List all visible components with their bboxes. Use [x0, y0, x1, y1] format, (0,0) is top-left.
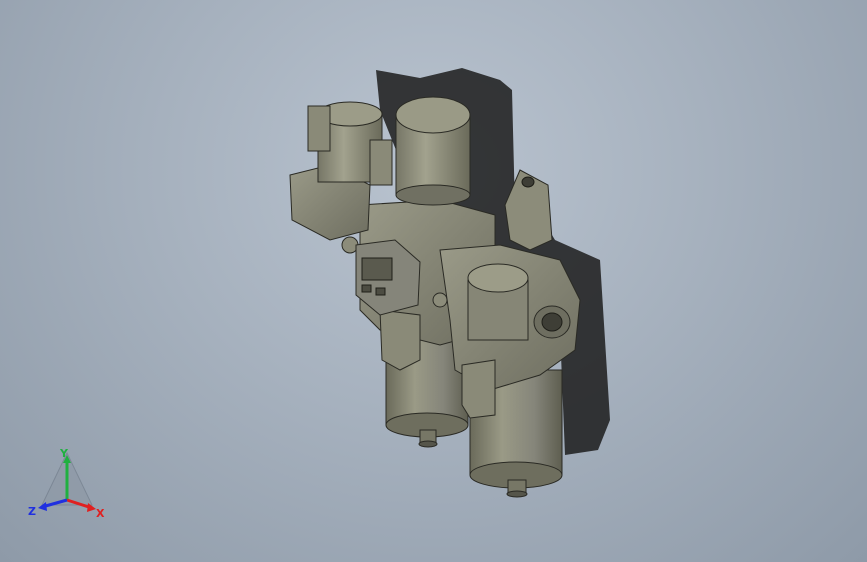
graphics-viewport[interactable]: Y X Z [0, 0, 867, 562]
axis-triad: Y X Z [28, 447, 105, 520]
top-cap [395, 96, 471, 206]
left-cap [307, 101, 393, 186]
z-axis-label: Z [28, 505, 36, 518]
x-axis-label: X [96, 507, 105, 520]
y-axis-label: Y [59, 447, 69, 460]
3d-model-view[interactable] [0, 0, 867, 562]
